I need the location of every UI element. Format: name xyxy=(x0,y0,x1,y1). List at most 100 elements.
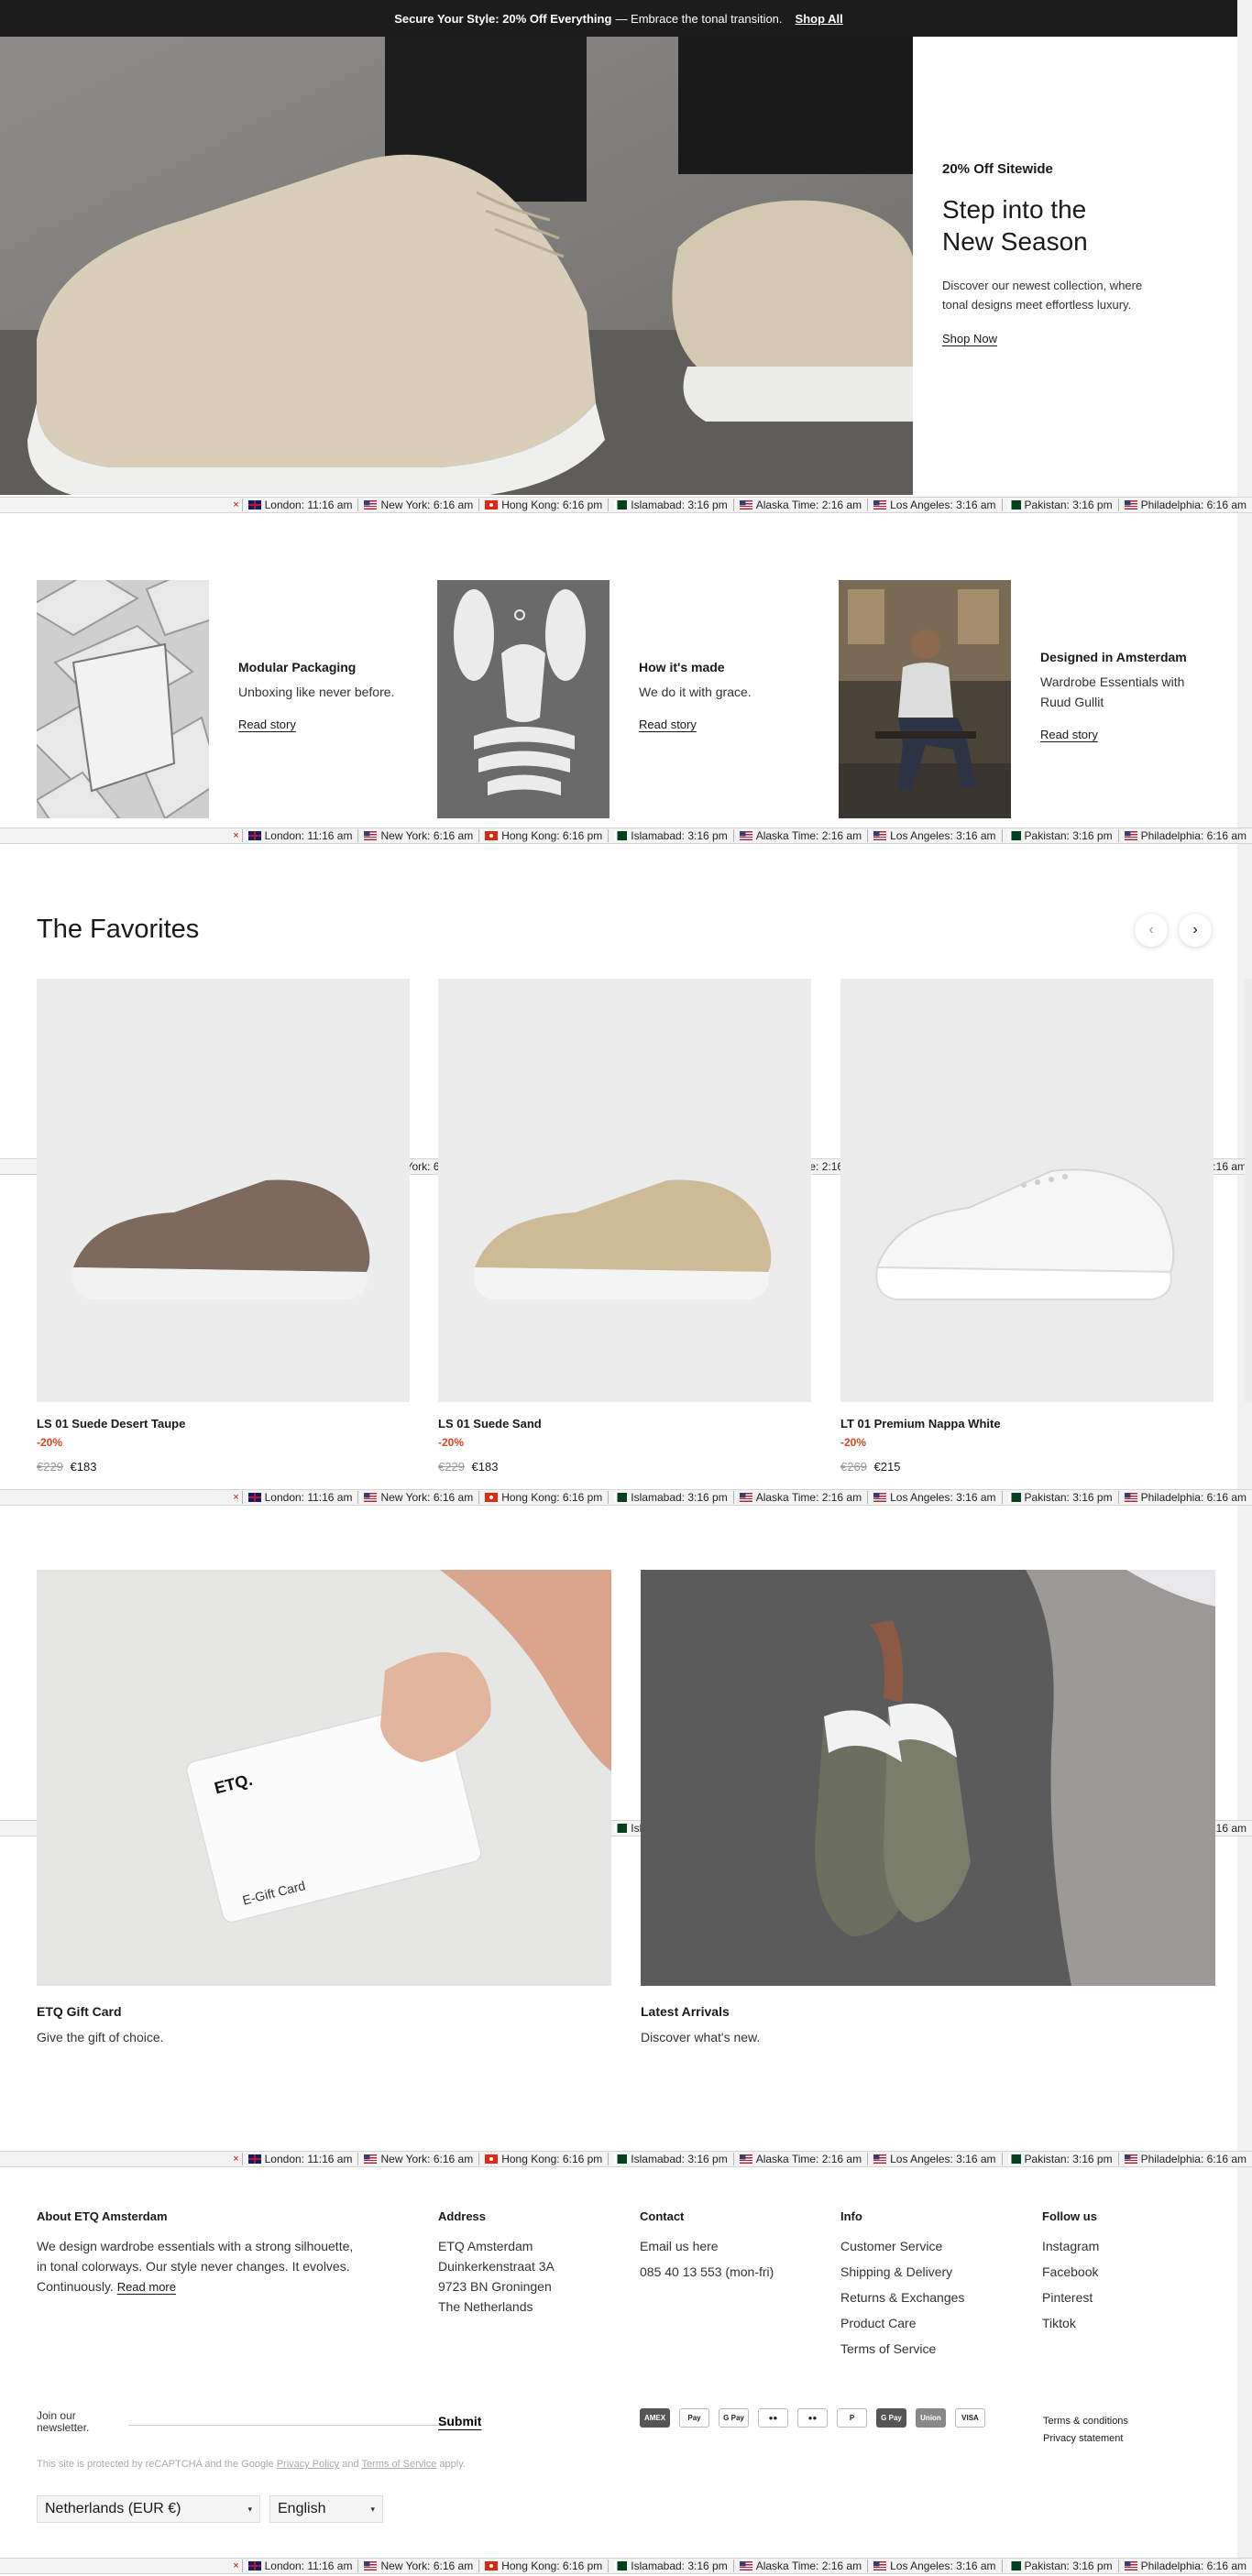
clock-city: Los Angeles: 3:16 am xyxy=(867,2560,1001,2572)
social-link-facebook[interactable]: Facebook xyxy=(1042,2262,1099,2282)
address-line: The Netherlands xyxy=(438,2299,533,2314)
clock-city: Hong Kong: 6:16 pm xyxy=(478,829,608,842)
unionpay-icon: Union xyxy=(916,2408,946,2428)
story-body: Designed in Amsterdam Wardrobe Essential… xyxy=(1040,650,1187,743)
info-link-shipping[interactable]: Shipping & Delivery xyxy=(840,2262,964,2282)
clock-city-label: Alaska Time: 2:16 am xyxy=(755,2560,862,2572)
language-select[interactable]: English ▾ xyxy=(269,2495,383,2523)
product-card[interactable]: LT 01 Premium Nappa White -20% €269 €215 xyxy=(840,979,1214,1474)
clock-city: Pakistan: 3:16 pm xyxy=(1001,2560,1118,2572)
footer-contact-list: Email us here 085 40 13 553 (mon-fri) xyxy=(640,2236,774,2282)
pk-flag-icon xyxy=(614,1493,628,1502)
clock-city: London: 11:16 am xyxy=(241,1491,358,1504)
newsletter-submit-button[interactable]: Submit xyxy=(438,2414,481,2428)
pk-flag-icon xyxy=(1007,831,1021,840)
hk-flag-icon xyxy=(485,2154,499,2164)
hero-image xyxy=(0,37,913,495)
close-icon[interactable]: × xyxy=(233,2560,238,2571)
shop-all-link[interactable]: Shop All xyxy=(796,12,843,26)
phone-number: 085 40 13 553 (mon-fri) xyxy=(640,2264,774,2279)
clock-city-label: Los Angeles: 3:16 am xyxy=(890,829,996,842)
story-card-packaging[interactable]: Modular Packaging Unboxing like never be… xyxy=(37,580,422,818)
currency-select[interactable]: Netherlands (EUR €) ▾ xyxy=(37,2495,260,2523)
clock-city: Islamabad: 3:16 pm xyxy=(608,2560,732,2572)
clock-city: Islamabad: 3:16 pm xyxy=(608,829,732,842)
terms-of-service-link[interactable]: Terms of Service xyxy=(361,2459,436,2470)
clock-city: Islamabad: 3:16 pm xyxy=(608,1491,732,1504)
close-icon[interactable]: × xyxy=(233,499,238,510)
social-link-pinterest[interactable]: Pinterest xyxy=(1042,2287,1099,2307)
clock-city: Alaska Time: 2:16 am xyxy=(732,2560,867,2572)
product-sale-price: €183 xyxy=(70,1460,97,1474)
clock-city: New York: 6:16 am xyxy=(357,2560,478,2572)
pk-flag-icon xyxy=(614,500,628,510)
clock-city: Los Angeles: 3:16 am xyxy=(867,499,1001,511)
info-link-customer-service[interactable]: Customer Service xyxy=(840,2236,964,2256)
social-link-tiktok[interactable]: Tiktok xyxy=(1042,2313,1099,2333)
latest-arrivals-tile[interactable]: Latest Arrivals Discover what's new. xyxy=(641,1570,1215,2044)
social-link-instagram[interactable]: Instagram xyxy=(1042,2236,1099,2256)
story-subtitle: Unboxing like never before. xyxy=(238,685,395,699)
chevron-down-icon: ▾ xyxy=(370,2504,375,2514)
terms-conditions-link[interactable]: Terms & conditions xyxy=(1043,2413,1128,2430)
close-icon[interactable]: × xyxy=(233,1492,238,1503)
email-link[interactable]: Email us here xyxy=(640,2236,774,2256)
close-icon[interactable]: × xyxy=(233,830,238,841)
next-product-peek[interactable] xyxy=(1245,979,1252,1402)
newsletter-email-input[interactable] xyxy=(128,2425,446,2426)
product-card[interactable]: LS 01 Suede Sand -20% €229 €183 xyxy=(438,979,811,1474)
story-card-how-made[interactable]: How it's made We do it with grace. Read … xyxy=(437,580,822,818)
product-name: LS 01 Suede Sand xyxy=(438,1417,542,1431)
footer-follow-head: Follow us xyxy=(1042,2209,1097,2223)
info-link-returns[interactable]: Returns & Exchanges xyxy=(840,2287,964,2307)
product-discount: -20% xyxy=(840,1436,867,1449)
story-body: Modular Packaging Unboxing like never be… xyxy=(238,660,394,733)
announcement-bar: Secure Your Style: 20% Off Everything — … xyxy=(0,0,1237,37)
favorites-title: The Favorites xyxy=(37,915,200,944)
us-flag-icon xyxy=(873,2561,887,2571)
product-discount: -20% xyxy=(438,1436,465,1449)
story-image xyxy=(839,580,1011,818)
clock-city: London: 11:16 am xyxy=(241,499,358,511)
tile-subtitle: Give the gift of choice. xyxy=(37,2030,164,2044)
story-card-designed-amsterdam[interactable]: Designed in Amsterdam Wardrobe Essential… xyxy=(839,580,1224,818)
announcement-text: — Embrace the tonal transition. xyxy=(615,11,783,26)
clock-city: Los Angeles: 3:16 am xyxy=(867,1491,1001,1504)
privacy-statement-link[interactable]: Privacy statement xyxy=(1043,2430,1128,2448)
clock-city: Los Angeles: 3:16 am xyxy=(867,829,1001,842)
gift-card-tile[interactable]: ETQ. E-Gift Card ETQ Gift Card Give the … xyxy=(37,1570,611,2044)
clock-city-label: Hong Kong: 6:16 pm xyxy=(501,499,603,511)
us-flag-icon xyxy=(873,500,887,510)
clock-city-label: Pakistan: 3:16 pm xyxy=(1024,1491,1113,1504)
us-flag-icon xyxy=(873,1493,887,1502)
language-value: English xyxy=(278,2501,326,2516)
clock-city-label: London: 11:16 am xyxy=(264,2153,353,2165)
hero-text-block: 20% Off Sitewide Step into the New Seaso… xyxy=(942,161,1190,347)
footer-info: Info Customer Service Shipping & Deliver… xyxy=(840,2209,964,2364)
read-story-link[interactable]: Read story xyxy=(238,718,296,731)
clock-city: Hong Kong: 6:16 pm xyxy=(478,2560,608,2572)
carousel-prev-button[interactable]: ‹ xyxy=(1135,914,1168,947)
clock-city: Philadelphia: 6:16 am xyxy=(1117,1491,1252,1504)
footer-follow: Follow us Instagram Facebook Pinterest T… xyxy=(1042,2209,1099,2339)
privacy-policy-link[interactable]: Privacy Policy xyxy=(277,2459,339,2470)
hk-flag-icon xyxy=(485,1493,499,1502)
product-price: €229 €183 xyxy=(37,1460,410,1474)
us-flag-icon xyxy=(1124,2561,1137,2571)
info-link-terms[interactable]: Terms of Service xyxy=(840,2339,964,2359)
newsletter-label: Join our newsletter. xyxy=(37,2410,110,2434)
legal-links: Terms & conditions Privacy statement xyxy=(1043,2413,1128,2448)
shop-now-link[interactable]: Shop Now xyxy=(942,332,997,345)
world-clock-bar: × London: 11:16 am New York: 6:16 am Hong K… xyxy=(0,2558,1252,2574)
newsletter-form: Join our newsletter. xyxy=(37,2410,446,2438)
clock-city: Pakistan: 3:16 pm xyxy=(1001,2153,1118,2165)
info-link-product-care[interactable]: Product Care xyxy=(840,2313,964,2333)
carousel-next-button[interactable]: › xyxy=(1179,914,1212,947)
us-flag-icon xyxy=(1124,500,1137,510)
product-card[interactable]: LS 01 Suede Desert Taupe -20% €229 €183 xyxy=(37,979,410,1474)
read-more-link[interactable]: Read more xyxy=(117,2280,176,2294)
read-story-link[interactable]: Read story xyxy=(639,718,697,731)
read-story-link[interactable]: Read story xyxy=(1040,728,1098,741)
clock-city-label: London: 11:16 am xyxy=(264,499,353,511)
close-icon[interactable]: × xyxy=(233,2154,238,2165)
